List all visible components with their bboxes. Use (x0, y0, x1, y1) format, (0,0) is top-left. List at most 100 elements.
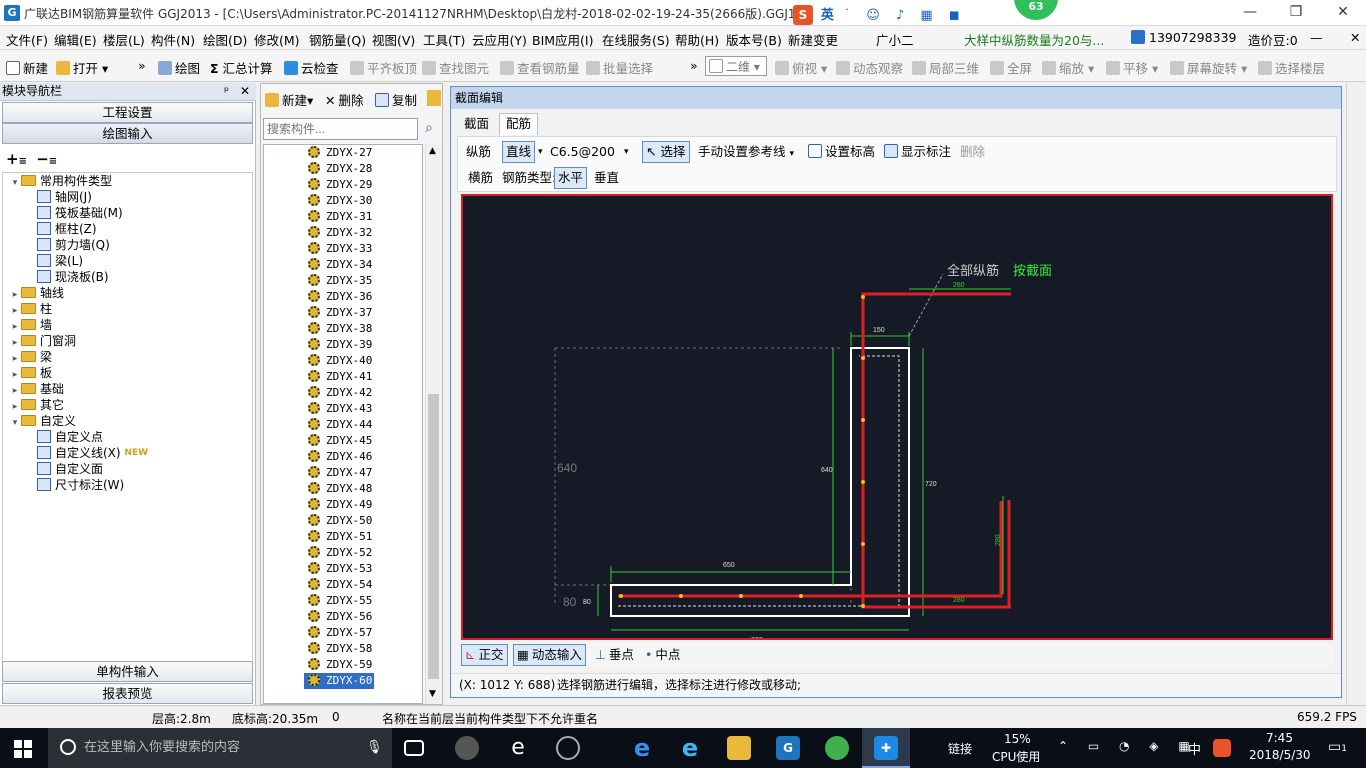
rebar-spec-select[interactable]: C6.5@200 ▾ (550, 142, 630, 164)
menu-item-0[interactable]: 文件(F) (6, 30, 48, 49)
tree-item[interactable]: 自定义点 (37, 429, 103, 445)
component-list-item[interactable]: ZDYX-44 (264, 417, 422, 433)
top-view-button[interactable]: 俯视 ▾ (775, 58, 827, 77)
draw-button[interactable]: 绘图 (158, 58, 200, 77)
component-list-item[interactable]: ZDYX-38 (264, 321, 422, 337)
tree-item[interactable]: ▸ 其它 (9, 397, 64, 413)
toolbar-overflow-icon[interactable]: » (138, 58, 146, 73)
tree-item[interactable]: 框柱(Z) (37, 221, 97, 237)
component-list-item[interactable]: ZDYX-48 (264, 481, 422, 497)
dynamic-view-button[interactable]: 动态观察 (836, 58, 903, 77)
ie-icon[interactable]: e (678, 736, 702, 760)
close-button[interactable]: ✕ (1320, 0, 1366, 26)
menu-item-8[interactable]: 工具(T) (423, 30, 465, 49)
vertical-button[interactable]: 垂直 (594, 168, 619, 190)
menu-item-6[interactable]: 钢筋量(Q) (309, 30, 366, 49)
start-button[interactable] (14, 740, 32, 758)
taskbar-search-input[interactable]: 在这里输入你要搜索的内容 🎙 (48, 728, 392, 768)
perpendicular-snap-button[interactable]: ⊥ 垂点 (595, 645, 634, 667)
tree-item[interactable]: ▸ 轴线 (9, 285, 64, 301)
menu-item-4[interactable]: 绘图(D) (203, 30, 247, 49)
collapse-all-icon[interactable]: − (36, 150, 49, 168)
component-list-item[interactable]: ZDYX-49 (264, 497, 422, 513)
tree-item[interactable]: 剪力墙(Q) (37, 237, 110, 253)
menu-item-12[interactable]: 帮助(H) (675, 30, 719, 49)
drawing-input-button[interactable]: 绘图输入 (2, 123, 253, 144)
component-list-item[interactable]: ZDYX-45 (264, 433, 422, 449)
component-list-item[interactable]: ZDYX-35 (264, 273, 422, 289)
file-explorer-icon[interactable] (727, 736, 751, 760)
ime-toolbar[interactable]: S 英 ˙ ☺ ♪ ▦ ◼ ♦ ✎ (793, 4, 993, 40)
toolbar-overflow-icon-2[interactable]: » (690, 58, 698, 73)
tree-item[interactable]: 自定义线(X) NEW (37, 445, 149, 461)
component-list-item[interactable]: ZDYX-31 (264, 209, 422, 225)
component-list-item[interactable]: ZDYX-53 (264, 561, 422, 577)
menu-item-11[interactable]: 在线服务(S) (602, 30, 670, 49)
horizontal-button[interactable]: 水平 (554, 167, 588, 189)
line-mode-button[interactable]: 直线 (502, 141, 536, 163)
view-rebar-button[interactable]: 查看钢筋量 (500, 58, 580, 77)
copy-component-button[interactable]: 复制 (375, 90, 417, 109)
label-all-long[interactable]: 全部纵筋 (947, 263, 999, 278)
component-list-item[interactable]: ZDYX-51 (264, 529, 422, 545)
minimize-button[interactable]: — (1227, 0, 1273, 26)
menu-item-13[interactable]: 版本号(B) (726, 30, 782, 49)
edge-icon[interactable]: e (630, 736, 654, 760)
dynamic-input-button[interactable]: ▦ 动态输入 (513, 644, 586, 666)
rotate-button[interactable]: 屏幕旋转 ▾ (1170, 58, 1247, 77)
scroll-up-icon[interactable]: ▲ (429, 146, 436, 156)
tree-item[interactable]: 轴网(J) (37, 189, 92, 205)
notice-text[interactable]: 大样中纵筋数量为20与... (964, 30, 1104, 49)
user-phone[interactable]: 13907298339 (1131, 30, 1236, 45)
component-list-item[interactable]: ZDYX-33 (264, 241, 422, 257)
component-list-item[interactable]: ZDYX-59 (264, 657, 422, 673)
align-slab-button[interactable]: 平齐板顶 (350, 58, 417, 77)
mic-icon[interactable]: 🎙 (366, 728, 383, 768)
zoom-button[interactable]: 缩放 ▾ (1042, 58, 1094, 77)
close-nav-icon[interactable]: ✕ (240, 83, 250, 100)
clock-date[interactable]: 2018/5/30 (1249, 748, 1311, 762)
component-list-item[interactable]: ZDYX-34 (264, 257, 422, 273)
delete-rebar-button[interactable]: 删除 (960, 142, 985, 164)
batch-select-button[interactable]: 批量选择 (586, 58, 653, 77)
component-list-item[interactable]: ZDYX-60 (304, 673, 374, 689)
scroll-thumb[interactable] (428, 394, 439, 679)
tab-rebar[interactable]: 配筋 (499, 113, 539, 135)
cloud-check-button[interactable]: 云检查 (284, 58, 339, 77)
right-scrollbar[interactable] (1346, 83, 1366, 705)
tree-item[interactable]: ▾ 常用构件类型 (9, 173, 112, 189)
menu-item-10[interactable]: BIM应用(I) (532, 30, 594, 49)
component-list-item[interactable]: ZDYX-58 (264, 641, 422, 657)
menu-item-9[interactable]: 云应用(Y) (472, 30, 527, 49)
single-component-button[interactable]: 单构件输入 (2, 661, 253, 682)
link-label[interactable]: 链接 (948, 740, 972, 757)
component-list-item[interactable]: ZDYX-43 (264, 401, 422, 417)
tree-item[interactable]: ▸ 基础 (9, 381, 64, 397)
component-list-item[interactable]: ZDYX-52 (264, 545, 422, 561)
new-component-button[interactable]: 新建▾ (265, 90, 313, 109)
tree-item[interactable]: ▸ 梁 (9, 349, 52, 365)
component-list-item[interactable]: ZDYX-39 (264, 337, 422, 353)
dim-280-vertical[interactable]: 280 (995, 534, 1002, 546)
tree-item[interactable]: ▸ 板 (9, 365, 52, 381)
menu-item-1[interactable]: 编辑(E) (54, 30, 97, 49)
restore-button[interactable]: ❐ (1273, 0, 1319, 26)
tree-item[interactable]: 现浇板(B) (37, 269, 109, 285)
tab-section[interactable]: 截面 (457, 113, 496, 135)
report-preview-button[interactable]: 报表预览 (2, 683, 253, 704)
show-label-button[interactable]: 显示标注 (884, 142, 951, 164)
active-app-button[interactable]: ✚ (862, 728, 910, 768)
extra-tool-icon[interactable] (427, 90, 441, 106)
pan-button[interactable]: 平移 ▾ (1106, 58, 1158, 77)
component-list-item[interactable]: ZDYX-36 (264, 289, 422, 305)
menu-item-2[interactable]: 楼层(L) (103, 30, 145, 49)
label-by-section[interactable]: 按截面 (1013, 263, 1052, 278)
lang-indicator[interactable]: 中 (1188, 739, 1201, 758)
expand-all-icon[interactable]: + (6, 150, 19, 168)
sogou-tray-icon[interactable] (1213, 739, 1231, 757)
component-list-item[interactable]: ZDYX-47 (264, 465, 422, 481)
line-mode-dropdown-icon[interactable]: ▾ (538, 142, 543, 164)
menu-item-3[interactable]: 构件(N) (151, 30, 195, 49)
component-list-item[interactable]: ZDYX-30 (264, 193, 422, 209)
pin-icon[interactable]: ᵖ (224, 83, 229, 100)
